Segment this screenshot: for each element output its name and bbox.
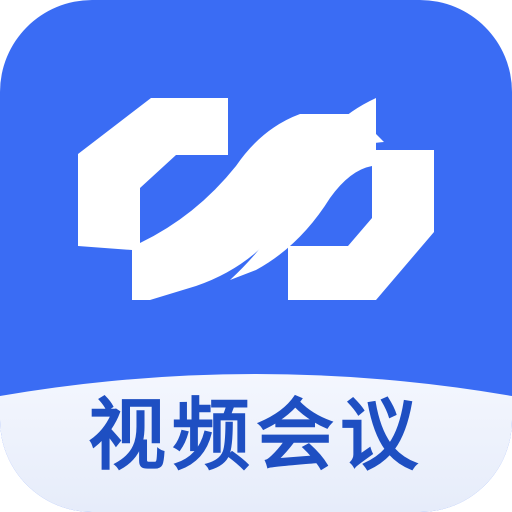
app-label: 视频会议	[0, 386, 512, 486]
app-label-text: 视频会议	[87, 391, 424, 481]
